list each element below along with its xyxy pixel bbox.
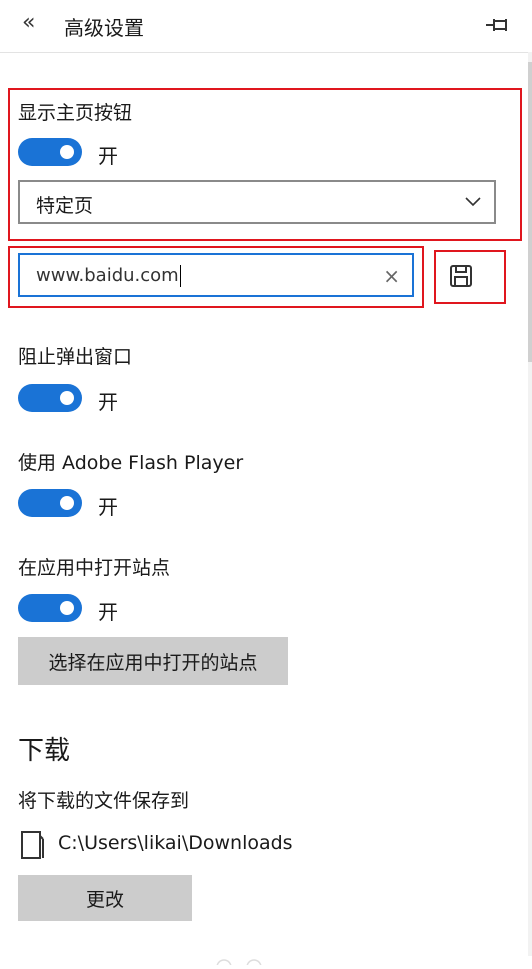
header-bar: « 高级设置: [0, 0, 528, 53]
save-icon[interactable]: [448, 263, 474, 289]
home-button-toggle-state: 开: [98, 144, 118, 168]
toggle-knob: [60, 496, 74, 510]
change-button[interactable]: 更改: [18, 875, 192, 921]
save-to-label: 将下载的文件保存到: [18, 790, 190, 812]
toggle-knob: [60, 391, 74, 405]
toggle-knob: [60, 145, 74, 159]
scrollbar-thumb[interactable]: [528, 62, 532, 362]
home-url-value: www.baidu.com: [36, 265, 182, 287]
chevron-down-icon: [464, 192, 482, 210]
back-icon[interactable]: «: [22, 10, 35, 35]
block-popups-toggle[interactable]: [18, 384, 82, 412]
pin-icon[interactable]: [484, 14, 510, 36]
clear-icon[interactable]: ×: [383, 264, 400, 288]
open-in-app-label: 在应用中打开站点: [18, 557, 171, 579]
block-popups-label: 阻止弹出窗口: [18, 346, 133, 368]
download-path: C:\Users\likai\Downloads: [58, 832, 293, 854]
show-home-button-label: 显示主页按钮: [18, 102, 133, 124]
open-in-app-toggle-state: 开: [98, 600, 118, 624]
block-popups-toggle-state: 开: [98, 390, 118, 414]
flash-label: 使用 Adobe Flash Player: [18, 452, 244, 474]
flash-toggle-state: 开: [98, 495, 118, 519]
page-title: 高级设置: [64, 16, 144, 40]
folder-icon: [20, 830, 44, 860]
home-url-input[interactable]: www.baidu.com ×: [18, 253, 414, 297]
toggle-knob: [60, 601, 74, 615]
choose-sites-button[interactable]: 选择在应用中打开的站点: [18, 637, 288, 685]
open-in-app-toggle[interactable]: [18, 594, 82, 622]
home-button-toggle[interactable]: [18, 138, 82, 166]
flash-toggle[interactable]: [18, 489, 82, 517]
partial-content-indicator: [214, 950, 274, 969]
home-page-select[interactable]: 特定页: [18, 180, 496, 224]
downloads-heading: 下载: [18, 736, 71, 766]
home-page-select-value: 特定页: [36, 195, 94, 217]
